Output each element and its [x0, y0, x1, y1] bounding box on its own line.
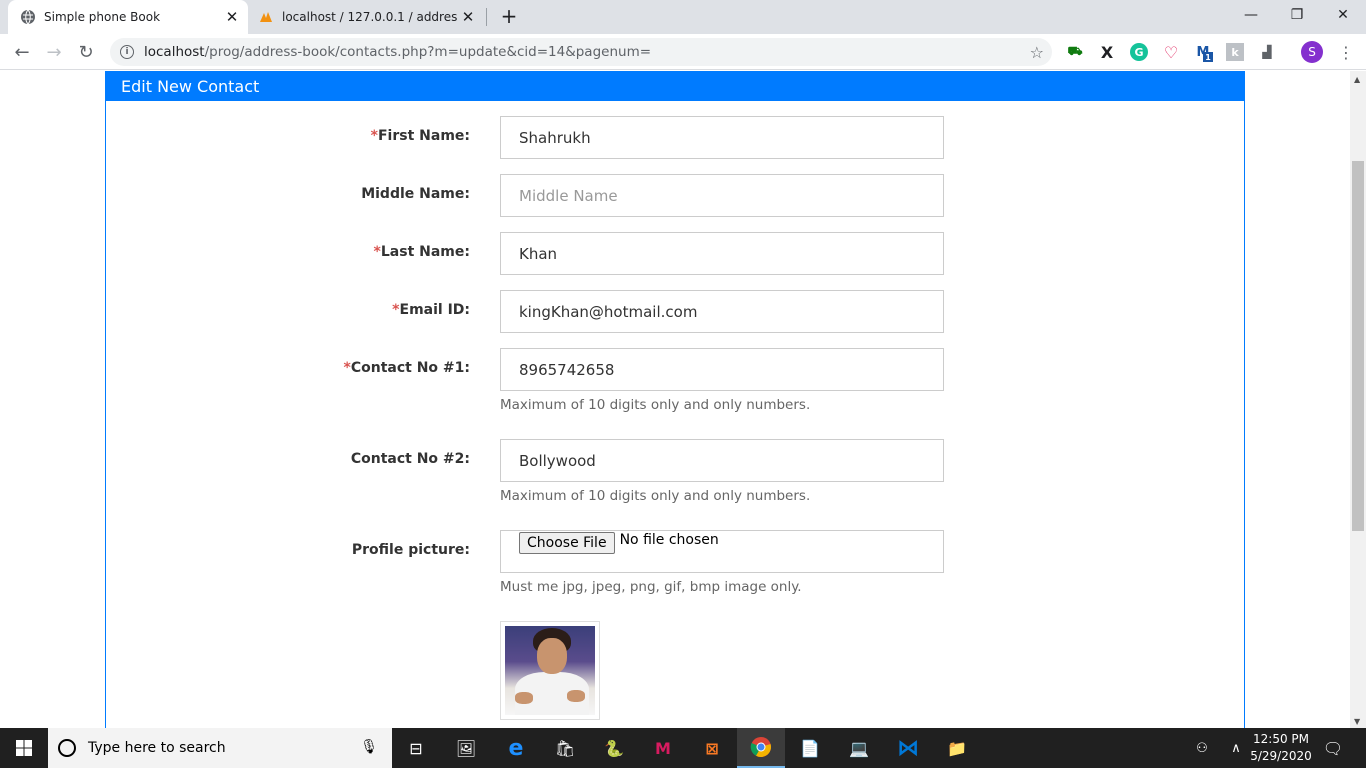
tab-simple-phone-book[interactable]: Simple phone Book ✕ [8, 0, 248, 34]
extension-x-icon[interactable]: X [1098, 43, 1116, 62]
file-status: No file chosen [619, 532, 719, 548]
avatar[interactable]: S [1301, 41, 1323, 63]
contact2-help-text: Maximum of 10 digits only and only numbe… [500, 488, 811, 504]
scrollbar-thumb[interactable] [1352, 161, 1364, 531]
last-name-input[interactable]: Khan [500, 232, 944, 275]
windows-taskbar: Type here to search 🎙 ⊟ 🖼 e 🛍 🐍 M ⊠ 📄 💻 … [0, 728, 1366, 768]
image-app-icon[interactable]: 🖼 [442, 728, 490, 768]
page-viewport: Edit New Contact *First Name: Shahrukh M… [0, 71, 1350, 728]
email-input[interactable]: kingKhan@hotmail.com [500, 290, 944, 333]
profile-photo [500, 621, 600, 720]
middle-name-input[interactable]: Middle Name [500, 174, 944, 217]
contact1-label: *Contact No #1: [343, 360, 470, 376]
panel-title: Edit New Contact [106, 71, 1245, 101]
xampp-icon[interactable]: ⊠ [688, 728, 736, 768]
info-icon[interactable]: i [120, 45, 134, 59]
menu-dots-icon[interactable]: ⋮ [1336, 42, 1356, 62]
phpmyadmin-icon [258, 9, 274, 25]
grammarly-icon[interactable]: G [1130, 43, 1148, 61]
window-close-icon[interactable]: ✕ [1320, 0, 1366, 30]
tab-phpmyadmin[interactable]: localhost / 127.0.0.1 / addressBook ✕ [252, 0, 484, 34]
people-icon[interactable]: ⚇ [1188, 728, 1216, 768]
chrome-icon[interactable] [737, 728, 785, 768]
restore-icon[interactable]: ❐ [1274, 0, 1320, 30]
edge-icon[interactable]: e [492, 728, 540, 768]
extension-k-icon[interactable]: k [1226, 43, 1244, 61]
profile-picture-help-text: Must me jpg, jpeg, png, gif, bmp image o… [500, 579, 802, 595]
address-bar[interactable]: i localhost/prog/address-book/contacts.p… [110, 38, 1052, 66]
vscode-icon[interactable]: ⋈ [884, 728, 932, 768]
clock-time: 12:50 PM [1253, 732, 1309, 746]
file-icon[interactable]: 📄 [786, 728, 834, 768]
email-label: *Email ID: [392, 302, 470, 318]
tab-title: Simple phone Book [44, 10, 161, 24]
extension-m-icon[interactable]: M1 [1194, 43, 1213, 62]
task-view-icon[interactable]: ⊟ [392, 728, 440, 768]
contact1-input[interactable]: 8965742658 [500, 348, 944, 391]
notification-icon[interactable]: 🗨 [1318, 728, 1348, 768]
globe-icon [20, 9, 36, 25]
required-marker: * [392, 302, 400, 318]
scroll-up-icon[interactable]: ▲ [1354, 75, 1360, 84]
clock-date: 5/29/2020 [1250, 749, 1312, 763]
heart-icon[interactable]: ♡ [1162, 43, 1180, 62]
app-icon[interactable]: 💻 [835, 728, 883, 768]
back-arrow-icon[interactable]: ← [10, 40, 34, 64]
choose-file-button[interactable]: Choose File [519, 532, 615, 554]
first-name-label: *First Name: [370, 128, 470, 144]
middle-name-label: Middle Name: [361, 186, 470, 202]
close-icon[interactable]: ✕ [222, 7, 242, 27]
bookmark-star-icon[interactable]: ☆ [1030, 43, 1044, 62]
required-marker: * [373, 244, 381, 260]
windows-start-icon[interactable] [0, 728, 48, 768]
contact2-label: Contact No #2: [350, 451, 470, 467]
microphone-icon[interactable]: 🎙 [360, 739, 378, 755]
file-explorer-icon[interactable]: 📁 [933, 728, 981, 768]
url-path: /prog/address-book/contacts.php?m=update… [204, 44, 652, 60]
taskbar-search[interactable]: Type here to search 🎙 [48, 728, 392, 768]
store-icon[interactable]: 🛍 [541, 728, 589, 768]
page-scrollbar[interactable]: ▲ ▼ [1350, 71, 1366, 728]
first-name-input[interactable]: Shahrukh [500, 116, 944, 159]
chevron-up-icon[interactable]: ∧ [1224, 728, 1248, 768]
search-icon [58, 739, 76, 757]
extension-badge: 1 [1203, 52, 1213, 62]
extension-icon[interactable]: ⛟ [1066, 43, 1084, 61]
url-host: localhost [144, 44, 205, 60]
edit-contact-panel: Edit New Contact *First Name: Shahrukh M… [105, 71, 1245, 728]
last-name-label: *Last Name: [373, 244, 470, 260]
profile-photo-image [505, 626, 595, 715]
close-icon[interactable]: ✕ [458, 7, 478, 27]
minimize-icon[interactable]: — [1228, 0, 1274, 30]
taskbar-search-placeholder: Type here to search [88, 740, 226, 756]
required-marker: * [343, 360, 351, 376]
app-m-icon[interactable]: M [639, 728, 687, 768]
browser-toolbar: ← → ↻ i localhost/prog/address-book/cont… [0, 34, 1366, 70]
forward-arrow-icon[interactable]: → [42, 40, 66, 64]
reload-icon[interactable]: ↻ [74, 40, 98, 64]
contact1-help-text: Maximum of 10 digits only and only numbe… [500, 397, 811, 413]
extension-chart-icon[interactable]: ▟ [1258, 43, 1276, 61]
profile-picture-label: Profile picture: [351, 542, 470, 558]
contact2-input[interactable]: Bollywood [500, 439, 944, 482]
browser-tab-bar: Simple phone Book ✕ localhost / 127.0.0.… [0, 0, 1366, 34]
python-icon[interactable]: 🐍 [590, 728, 638, 768]
required-marker: * [370, 128, 378, 144]
scroll-down-icon[interactable]: ▼ [1354, 717, 1360, 726]
tab-title: localhost / 127.0.0.1 / addressBook [282, 10, 458, 24]
tab-separator [486, 8, 487, 26]
profile-picture-input: Choose File No file chosen [500, 530, 944, 573]
new-tab-button[interactable]: + [498, 4, 520, 28]
clock[interactable]: 12:50 PM 5/29/2020 [1248, 731, 1314, 765]
